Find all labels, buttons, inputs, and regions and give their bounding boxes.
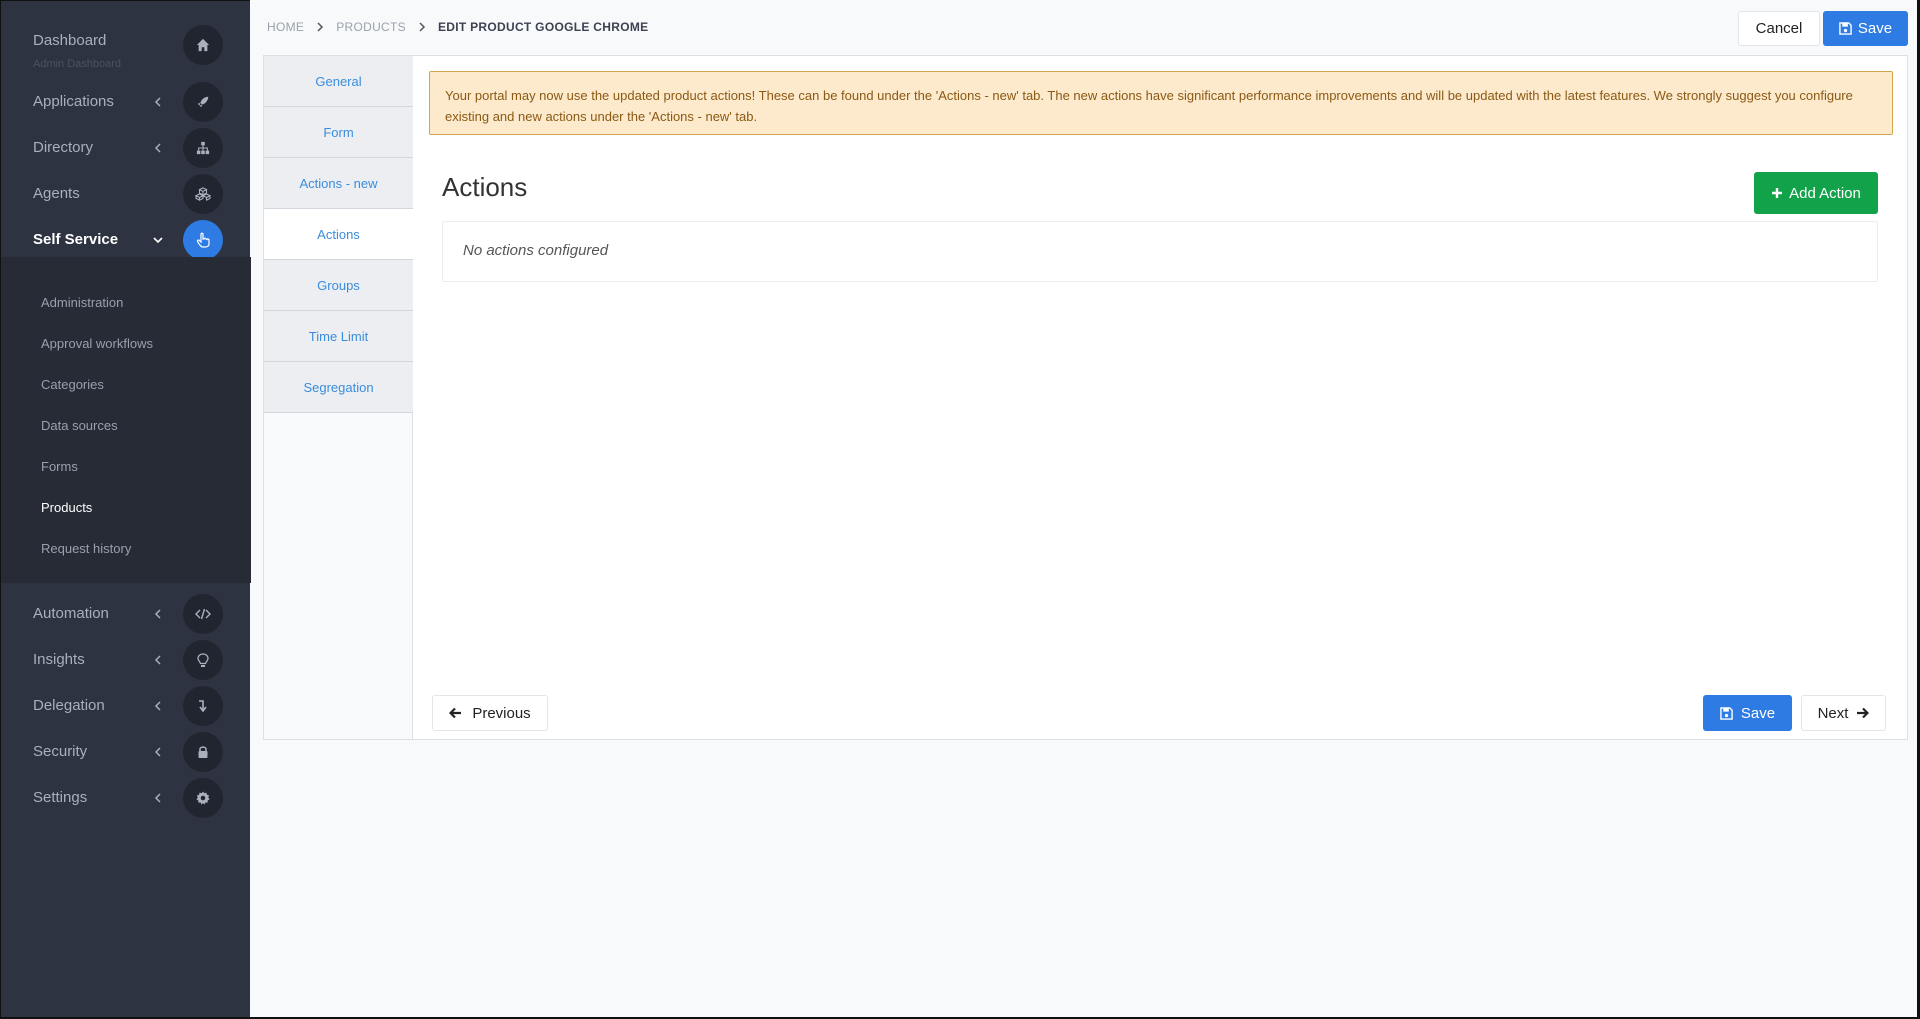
- save-button-label: Save: [1857, 20, 1893, 37]
- chevron-left-icon: [154, 609, 161, 619]
- plus-icon: [1772, 188, 1783, 198]
- chevron-left-icon: [154, 655, 161, 665]
- chevron-left-icon: [154, 701, 161, 711]
- submenu-item-approval-workflows[interactable]: Approval workflows: [41, 334, 153, 354]
- breadcrumb-home[interactable]: HOME: [267, 20, 304, 34]
- tab-actions[interactable]: Actions: [264, 209, 413, 260]
- lightbulb-icon: [183, 640, 223, 680]
- sitemap-icon: [183, 128, 223, 168]
- previous-button[interactable]: Previous: [432, 695, 548, 731]
- nav-agents[interactable]: Agents: [1, 171, 251, 217]
- submenu-item-products[interactable]: Products: [41, 498, 92, 518]
- submenu-item-request-history[interactable]: Request history: [41, 539, 131, 559]
- tab-actions-new[interactable]: Actions - new: [264, 158, 413, 209]
- lock-icon: [183, 732, 223, 772]
- chevron-left-icon: [154, 793, 161, 803]
- tab-form[interactable]: Form: [264, 107, 413, 158]
- nav-directory-label: Directory: [33, 139, 94, 156]
- chevron-right-icon: [418, 22, 426, 32]
- page-title: Actions: [442, 172, 528, 202]
- previous-button-label: Previous: [472, 704, 531, 722]
- nav-security[interactable]: Security: [1, 729, 251, 775]
- save-button-bottom-label: Save: [1740, 704, 1776, 722]
- save-icon: [1839, 22, 1852, 35]
- nav-dashboard-subtitle: Admin Dashboard: [33, 58, 122, 70]
- arrow-right-icon: [1857, 707, 1870, 719]
- save-icon: [1720, 706, 1733, 720]
- tab-segregation[interactable]: Segregation: [264, 362, 413, 413]
- breadcrumb-current: EDIT PRODUCT GOOGLE CHROME: [437, 20, 649, 34]
- submenu-item-data-sources[interactable]: Data sources: [41, 416, 118, 436]
- nav-delegation[interactable]: Delegation: [1, 683, 251, 729]
- level-down-icon: [183, 686, 223, 726]
- cancel-button[interactable]: Cancel: [1738, 11, 1820, 46]
- nav-settings[interactable]: Settings: [1, 775, 251, 821]
- add-action-label: Add Action: [1789, 184, 1861, 202]
- chevron-left-icon: [154, 97, 161, 107]
- nav-applications-label: Applications: [33, 93, 114, 110]
- next-button[interactable]: Next: [1801, 695, 1886, 731]
- chevron-right-icon: [316, 22, 324, 32]
- nav-applications[interactable]: Applications: [1, 79, 251, 125]
- next-button-label: Next: [1817, 704, 1849, 722]
- nav-security-label: Security: [33, 743, 88, 760]
- hand-pointer-icon: [183, 220, 223, 260]
- tab-time-limit[interactable]: Time Limit: [264, 311, 413, 362]
- breadcrumb: HOME PRODUCTS EDIT PRODUCT GOOGLE CHROME: [267, 20, 648, 34]
- rocket-icon: [183, 82, 223, 122]
- nav-delegation-label: Delegation: [33, 697, 105, 714]
- nav-settings-label: Settings: [33, 789, 88, 806]
- arrow-left-icon: [449, 707, 462, 719]
- chevron-down-icon: [153, 237, 163, 244]
- nav-automation-label: Automation: [33, 605, 109, 622]
- nav-insights-label: Insights: [33, 651, 85, 668]
- breadcrumb-products[interactable]: PRODUCTS: [336, 20, 406, 34]
- nav-agents-label: Agents: [33, 185, 80, 202]
- submenu-item-forms[interactable]: Forms: [41, 457, 78, 477]
- add-action-button[interactable]: Add Action: [1754, 172, 1878, 214]
- tab-general[interactable]: General: [264, 56, 413, 107]
- product-tabs: General Form Actions - new Actions Group…: [264, 56, 413, 739]
- save-button[interactable]: Save: [1823, 11, 1908, 46]
- save-button-bottom[interactable]: Save: [1703, 695, 1792, 731]
- nav-insights[interactable]: Insights: [1, 637, 251, 683]
- nav-directory[interactable]: Directory: [1, 125, 251, 171]
- alert-text-line2: existing and new actions under the 'Acti…: [445, 109, 758, 124]
- nav-automation[interactable]: Automation: [1, 591, 251, 637]
- chevron-left-icon: [154, 747, 161, 757]
- product-edit-card: General Form Actions - new Actions Group…: [263, 55, 1908, 740]
- actions-list: No actions configured: [442, 221, 1878, 282]
- home-icon: [183, 25, 223, 65]
- code-icon: [183, 594, 223, 634]
- submenu-item-categories[interactable]: Categories: [41, 375, 104, 395]
- empty-state-text: No actions configured: [463, 242, 609, 259]
- submenu-item-administration[interactable]: Administration: [41, 293, 123, 313]
- alert-banner: Your portal may now use the updated prod…: [429, 71, 1893, 135]
- chevron-left-icon: [154, 143, 161, 153]
- cubes-icon: [183, 174, 223, 214]
- nav-dashboard[interactable]: Dashboard Admin Dashboard: [1, 22, 251, 70]
- gear-icon: [183, 778, 223, 818]
- alert-text-line1: Your portal may now use the updated prod…: [445, 88, 1853, 103]
- tab-groups[interactable]: Groups: [264, 260, 413, 311]
- self-service-submenu: Administration Approval workflows Catego…: [1, 257, 251, 583]
- sidebar: Dashboard Admin Dashboard Applications D…: [0, 0, 251, 1019]
